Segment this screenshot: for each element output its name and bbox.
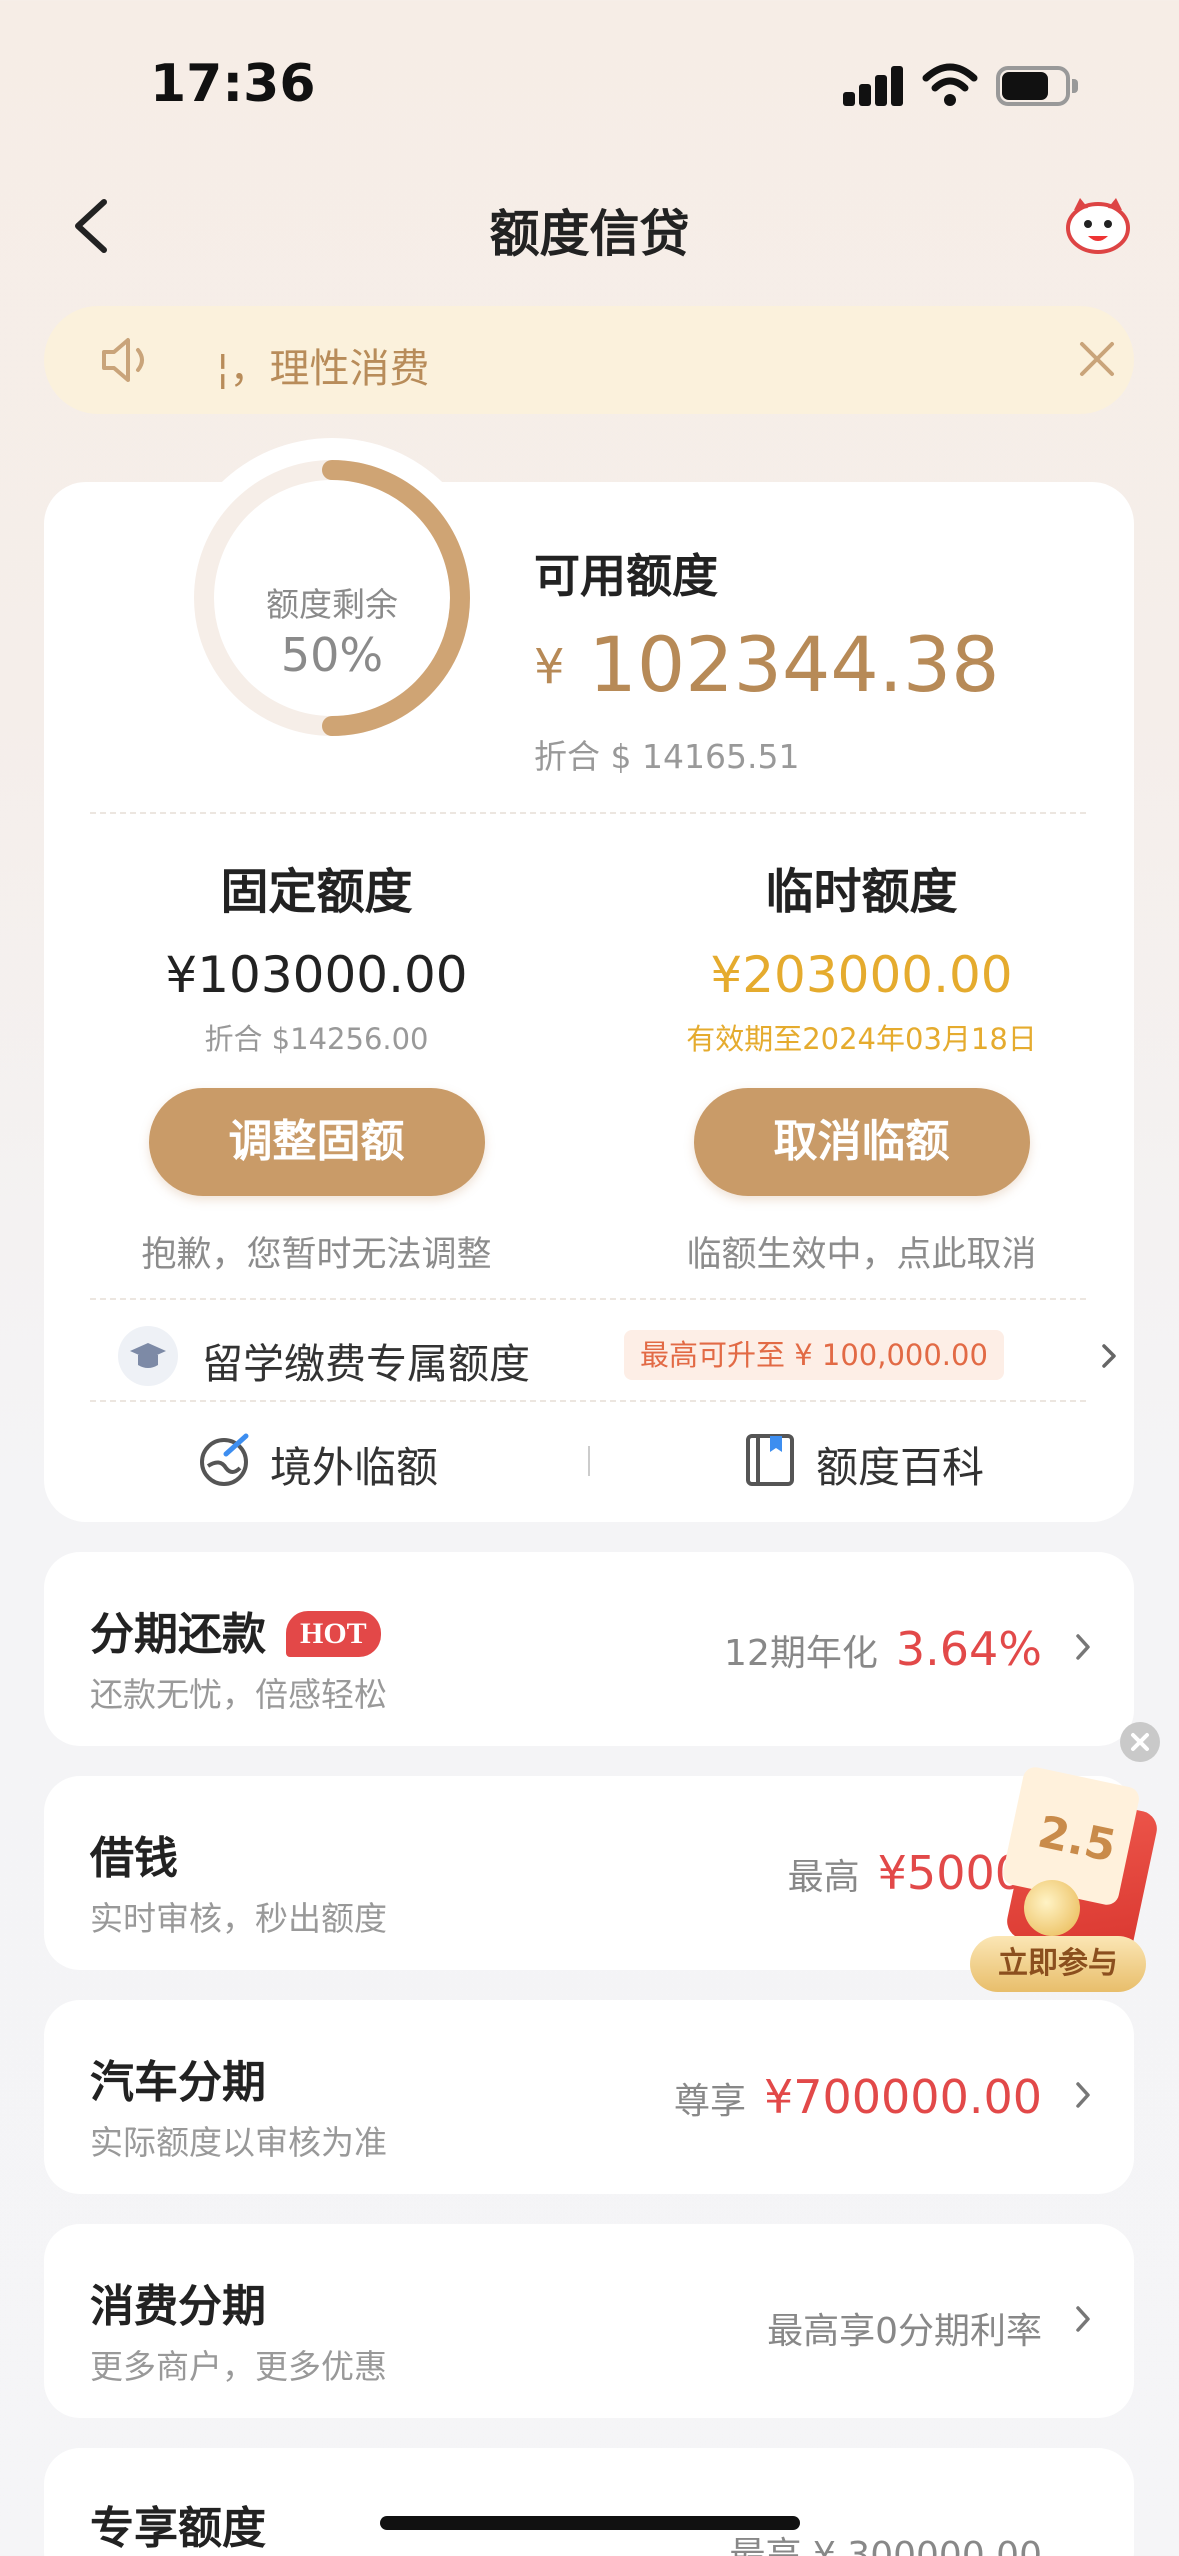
floating-promo[interactable]: 2.5 立即参与	[958, 1765, 1161, 1996]
divider	[90, 1400, 1086, 1402]
notice-banner[interactable]: ¦，理性消费	[44, 306, 1134, 414]
notice-text: ¦，理性消费	[216, 346, 430, 392]
fixed-credit-converted: 折合 $14256.00	[204, 1022, 429, 1056]
chevron-right-icon	[1076, 1634, 1090, 1660]
page-title: 额度信贷	[489, 205, 690, 263]
battery-icon	[996, 66, 1078, 106]
assistant-mascot-icon[interactable]	[1062, 194, 1134, 256]
bottom-links: 境外临额 额度百科	[44, 1412, 1134, 1512]
product-row-auto-installment[interactable]: 汽车分期 实际额度以审核为准 尊享 ¥700000.00	[44, 2000, 1134, 2194]
hot-badge: HOT	[286, 1611, 381, 1657]
study-abroad-label: 留学缴费专属额度	[202, 1340, 530, 1388]
overseas-temp-label: 境外临额	[270, 1443, 439, 1492]
product-row-installment-repay[interactable]: 分期还款 HOT 还款无忧，倍感轻松 12期年化 3.64%	[44, 1552, 1134, 1746]
ring-percent: 50%	[280, 628, 384, 682]
divider	[90, 1298, 1086, 1300]
product-limit: 尊享 ¥700000.00	[673, 2070, 1042, 2124]
product-subtitle: 更多商户，更多优惠	[90, 2347, 387, 2386]
status-bar: 17:36	[0, 0, 1179, 150]
credit-wiki-label: 额度百科	[816, 1443, 985, 1492]
available-amount-value: 102344.38	[588, 620, 1000, 709]
product-limit: 最高 ¥ 300000.00	[729, 2535, 1042, 2556]
vertical-divider	[588, 1446, 590, 1476]
overseas-globe-icon	[200, 1433, 249, 1486]
product-subtitle: 实际额度以审核为准	[90, 2123, 387, 2162]
status-time: 17:36	[150, 54, 316, 114]
chevron-right-icon	[1102, 1344, 1116, 1368]
available-converted: 折合 $ 14165.51	[534, 737, 800, 776]
divider	[90, 812, 1086, 814]
coin-icon	[1024, 1880, 1080, 1936]
product-title: 消费分期	[90, 2281, 266, 2332]
fixed-credit-title: 固定额度	[220, 864, 413, 920]
product-offer: 最高享0分期利率	[767, 2311, 1042, 2352]
product-row-consumer-installment[interactable]: 消费分期 更多商户，更多优惠 最高享0分期利率	[44, 2224, 1134, 2418]
product-title: 汽车分期	[90, 2057, 266, 2108]
product-subtitle: 实时审核，秒出额度	[90, 1899, 387, 1938]
study-abroad-credit-row[interactable]: 留学缴费专属额度 最高可升至 ¥ 100,000.00	[118, 1316, 1116, 1396]
adjust-fixed-button[interactable]: 调整固额	[148, 1088, 485, 1196]
cancel-temporary-button[interactable]: 取消临额	[693, 1088, 1030, 1196]
temporary-credit-section: 临时额度 ¥203000.00 有效期至2024年03月18日 取消临额 临额生…	[589, 852, 1134, 1277]
fixed-credit-amount: ¥103000.00	[165, 946, 468, 1004]
chevron-right-icon	[1076, 2306, 1090, 2332]
product-title: 专享额度	[90, 2503, 266, 2554]
temporary-credit-title: 临时额度	[765, 864, 958, 920]
speaker-icon	[102, 338, 144, 382]
remaining-ring: 额度剩余 50%	[172, 438, 492, 758]
graduation-cap-icon	[118, 1326, 178, 1386]
product-title: 分期还款 HOT	[90, 1598, 381, 1662]
temporary-credit-validity: 有效期至2024年03月18日	[686, 1022, 1037, 1056]
temporary-credit-note[interactable]: 临额生效中，点此取消	[589, 1226, 1134, 1277]
product-row-exclusive-credit[interactable]: 专享额度 最高 ¥ 300000.00	[44, 2448, 1134, 2556]
credit-card-panel: 额度剩余 50% 可用额度 ¥102344.38 折合 $ 14165.51 固…	[44, 438, 1134, 1522]
ring-label: 额度剩余	[266, 585, 398, 624]
book-icon	[746, 1434, 794, 1486]
nav-bar: 额度信贷	[0, 170, 1179, 280]
study-abroad-tag: 最高可升至 ¥ 100,000.00	[624, 1330, 1004, 1380]
product-rate: 12期年化 3.64%	[724, 1622, 1042, 1676]
chevron-right-icon	[1076, 2082, 1090, 2108]
product-title: 借钱	[90, 1833, 178, 1884]
product-subtitle: 还款无忧，倍感轻松	[90, 1675, 387, 1714]
fixed-credit-section: 固定额度 ¥103000.00 折合 $14256.00 调整固额 抱歉，您暂时…	[44, 852, 589, 1277]
close-promo-icon[interactable]	[1120, 1722, 1160, 1762]
temporary-credit-amount: ¥203000.00	[710, 946, 1013, 1004]
available-credit-title: 可用额度	[534, 549, 718, 603]
close-icon[interactable]	[1074, 336, 1120, 382]
join-now-button[interactable]: 立即参与	[970, 1936, 1146, 1992]
home-indicator	[380, 2516, 800, 2530]
currency-symbol: ¥	[534, 639, 565, 695]
available-credit-amount: ¥102344.38	[534, 620, 1000, 709]
wifi-icon	[922, 63, 978, 106]
cellular-signal-icon	[843, 66, 905, 106]
fixed-credit-note: 抱歉，您暂时无法调整	[141, 1235, 492, 1275]
